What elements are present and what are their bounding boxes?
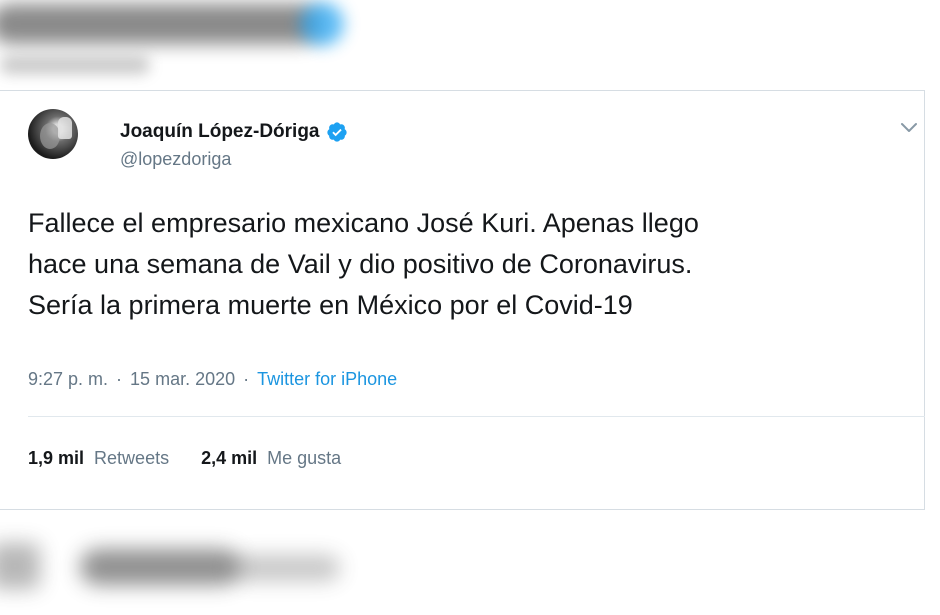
tweet-metadata: 9:27 p. m. · 15 mar. 2020 · Twitter for …: [28, 369, 397, 390]
blurred-name: [80, 549, 240, 585]
author-handle[interactable]: @lopezdoriga: [120, 149, 231, 170]
tweet-text-line: Sería la primera muerte en México por el…: [28, 290, 633, 320]
tweet-date[interactable]: 15 mar. 2020: [130, 369, 235, 390]
likes-label: Me gusta: [267, 448, 342, 468]
avatar-hand: [58, 117, 72, 139]
avatar[interactable]: [28, 109, 78, 159]
tweet-text-line: hace una semana de Vail y dio positivo d…: [28, 249, 693, 279]
blurred-name: [0, 4, 320, 44]
tweet-text-line: Fallece el empresario mexicano José Kuri…: [28, 208, 699, 238]
tweet-source-link[interactable]: Twitter for iPhone: [257, 369, 397, 390]
blurred-avatar: [0, 543, 40, 589]
blurred-subtext: [0, 56, 150, 74]
author-display-name[interactable]: Joaquín López-Dóriga: [120, 121, 320, 143]
divider: [28, 416, 925, 417]
blurred-footer: [0, 515, 940, 615]
blurred-header: [0, 0, 940, 88]
retweets-label: Retweets: [94, 448, 170, 468]
screenshot-page: Joaquín López-Dóriga @lopezdoriga Fallec…: [0, 0, 940, 615]
author-name-row[interactable]: Joaquín López-Dóriga: [120, 121, 348, 143]
tweet-stats: 1,9 mil Retweets 2,4 mil Me gusta: [28, 448, 341, 469]
tweet-card[interactable]: Joaquín López-Dóriga @lopezdoriga Fallec…: [0, 90, 925, 510]
meta-separator: ·: [116, 369, 123, 389]
tweet-text: Fallece el empresario mexicano José Kuri…: [28, 203, 918, 326]
chevron-down-icon[interactable]: [900, 121, 918, 133]
avatar-face: [40, 123, 60, 149]
blurred-verified-icon: [300, 2, 344, 46]
retweets-count: 1,9 mil: [28, 448, 85, 468]
tweet-time[interactable]: 9:27 p. m.: [28, 369, 108, 390]
likes-count: 2,4 mil: [201, 448, 258, 468]
likes-stat[interactable]: 2,4 mil Me gusta: [201, 448, 341, 469]
retweets-stat[interactable]: 1,9 mil Retweets: [28, 448, 169, 469]
verified-badge-icon: [326, 121, 348, 143]
meta-separator: ·: [243, 369, 250, 389]
blurred-subtext: [230, 555, 340, 581]
